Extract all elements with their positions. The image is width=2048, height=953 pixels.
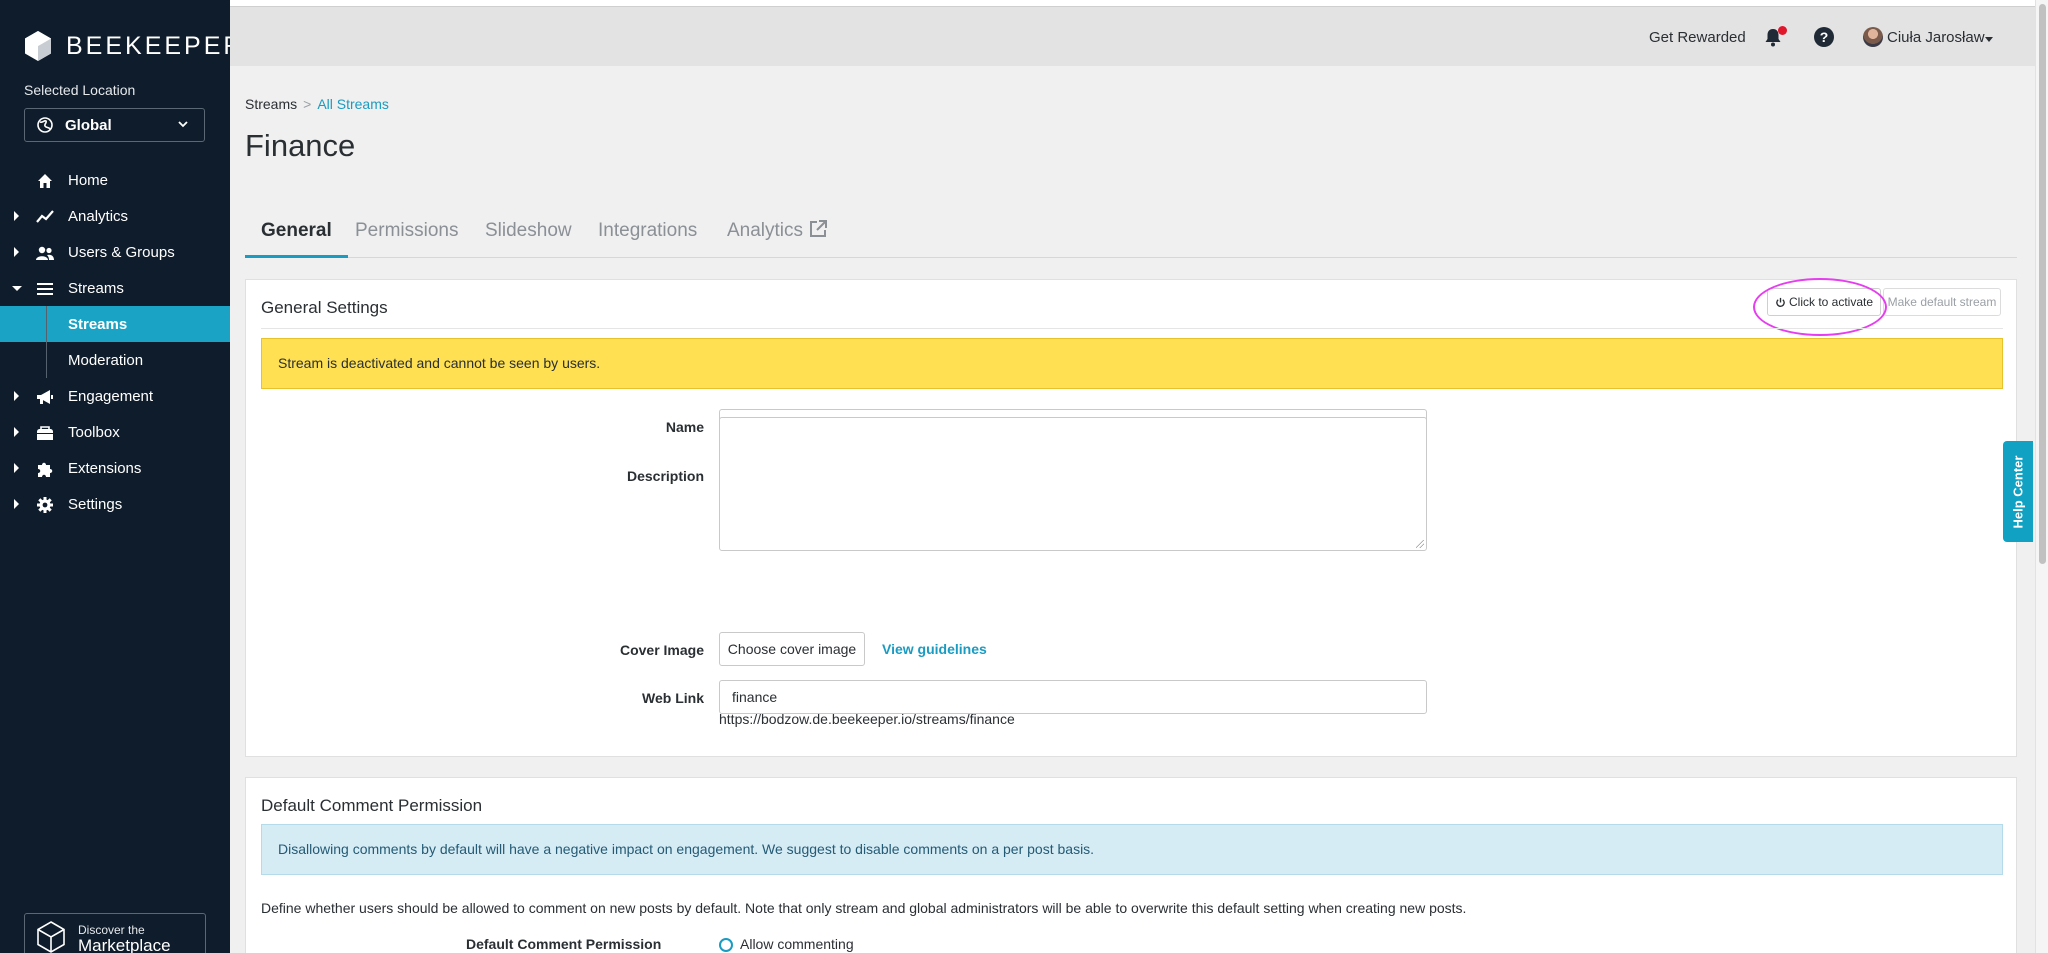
cover-image-label: Cover Image xyxy=(619,642,704,658)
sidebar-item-users-groups[interactable]: Users & Groups xyxy=(0,234,230,270)
tab-analytics[interactable]: Analytics xyxy=(727,214,828,258)
divider xyxy=(261,328,2003,329)
comment-permission-description: Define whether users should be allowed t… xyxy=(261,900,1467,916)
megaphone-icon xyxy=(37,390,53,404)
caret-right-icon xyxy=(14,499,19,509)
sidebar-item-settings[interactable]: Settings xyxy=(0,486,230,522)
home-icon xyxy=(38,174,52,188)
caret-right-icon xyxy=(14,211,19,221)
scrollbar-thumb[interactable] xyxy=(2039,4,2046,564)
allow-commenting-label: Allow commenting xyxy=(740,936,854,952)
avatar[interactable] xyxy=(1863,27,1883,47)
caret-down-icon xyxy=(12,286,22,291)
gear-icon xyxy=(37,497,53,513)
breadcrumb-root[interactable]: Streams xyxy=(245,96,297,112)
marketplace-line1: Discover the xyxy=(78,923,145,937)
puzzle-icon xyxy=(38,462,53,477)
main-content: Streams > All Streams Finance General Perm… xyxy=(230,66,2035,953)
sidebar-item-extensions[interactable]: Extensions xyxy=(0,450,230,486)
help-center-tab[interactable]: Help Center xyxy=(2003,441,2033,542)
breadcrumb-all-streams[interactable]: All Streams xyxy=(317,96,389,112)
sidebar-item-toolbox[interactable]: Toolbox xyxy=(0,414,230,450)
toolbox-icon xyxy=(37,426,53,440)
comment-permission-card: Default Comment Permission Disallowing c… xyxy=(245,777,2017,953)
caret-right-icon xyxy=(14,391,19,401)
comment-permission-field-label: Default Comment Permission xyxy=(466,936,662,952)
external-link-icon xyxy=(810,220,828,237)
page-title: Finance xyxy=(245,128,356,163)
tree-line xyxy=(46,306,47,342)
streams-icon xyxy=(37,283,53,295)
breadcrumb: Streams > All Streams xyxy=(245,96,389,112)
notification-badge xyxy=(1778,26,1787,35)
marketplace-line2: Marketplace xyxy=(78,936,171,953)
caret-right-icon xyxy=(14,427,19,437)
location-select[interactable]: Global xyxy=(24,108,205,142)
description-textarea[interactable] xyxy=(719,417,1427,551)
name-label: Name xyxy=(665,419,704,435)
sidebar-nav: Home Analytics Users & Groups Streams St… xyxy=(0,162,230,522)
top-bar: Get Rewarded ? Ciuła Jarosław xyxy=(230,6,2035,66)
deactivated-alert: Stream is deactivated and cannot be seen… xyxy=(261,338,2003,389)
general-settings-card: General Settings Click to activate Make … xyxy=(245,278,2017,757)
sidebar-item-engagement[interactable]: Engagement xyxy=(0,378,230,414)
user-menu[interactable]: Ciuła Jarosław xyxy=(1887,29,1985,46)
web-link-url: https://bodzow.de.beekeeper.io/streams/f… xyxy=(719,711,1015,727)
comment-permission-title: Default Comment Permission xyxy=(261,796,483,815)
tree-line xyxy=(46,342,47,378)
analytics-icon xyxy=(36,210,54,223)
general-settings-title: General Settings xyxy=(261,298,388,317)
marketplace-button[interactable]: Discover the Marketplace xyxy=(24,913,206,953)
sidebar-item-streams[interactable]: Streams xyxy=(0,270,230,306)
sidebar-item-analytics[interactable]: Analytics xyxy=(0,198,230,234)
sidebar: BEEKEEPER Selected Location Global Home … xyxy=(0,0,241,953)
globe-icon xyxy=(37,117,53,133)
marketplace-icon xyxy=(37,921,65,953)
beekeeper-logo-icon xyxy=(25,31,51,61)
tab-bar: General Permissions Slideshow Integratio… xyxy=(245,214,2017,258)
tab-slideshow[interactable]: Slideshow xyxy=(485,214,572,258)
choose-cover-image-button[interactable]: Choose cover image xyxy=(719,632,865,666)
location-label: Selected Location xyxy=(24,82,136,98)
web-link-input[interactable]: finance xyxy=(719,680,1427,714)
get-rewarded-link[interactable]: Get Rewarded xyxy=(1649,29,1746,46)
tab-integrations[interactable]: Integrations xyxy=(598,214,697,258)
sidebar-item-home[interactable]: Home xyxy=(0,162,230,198)
brand-logo[interactable]: BEEKEEPER xyxy=(22,30,244,62)
web-link-label: Web Link xyxy=(642,690,704,706)
sidebar-subitem-moderation[interactable]: Moderation xyxy=(0,342,230,378)
make-default-stream-button[interactable]: Make default stream xyxy=(1883,288,2001,316)
brand-name: BEEKEEPER xyxy=(66,31,245,60)
sidebar-subitem-streams[interactable]: Streams xyxy=(0,306,230,342)
scrollbar[interactable] xyxy=(2035,0,2048,953)
breadcrumb-separator: > xyxy=(303,96,312,112)
caret-right-icon xyxy=(14,463,19,473)
comment-permission-alert: Disallowing comments by default will hav… xyxy=(261,824,2003,875)
allow-commenting-radio[interactable] xyxy=(719,938,733,952)
tab-general[interactable]: General xyxy=(245,214,348,258)
tab-permissions[interactable]: Permissions xyxy=(355,214,458,258)
caret-down-icon[interactable] xyxy=(1985,37,1993,42)
help-icon[interactable]: ? xyxy=(1814,27,1834,47)
resize-handle[interactable] xyxy=(1416,540,1424,548)
tab-analytics-label: Analytics xyxy=(727,220,804,241)
caret-right-icon xyxy=(14,247,19,257)
description-label: Description xyxy=(626,468,704,484)
location-value: Global xyxy=(65,116,112,134)
help-center-label: Help Center xyxy=(2010,455,2026,528)
chevron-down-icon xyxy=(178,121,188,128)
view-guidelines-link[interactable]: View guidelines xyxy=(882,641,987,657)
users-icon xyxy=(36,246,54,260)
